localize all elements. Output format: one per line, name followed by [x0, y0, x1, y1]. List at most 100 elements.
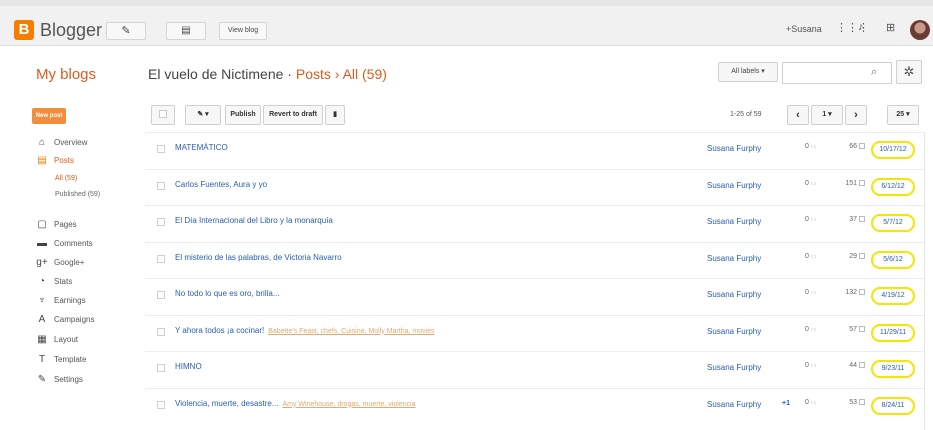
- new-post-pencil-button[interactable]: ✎: [106, 22, 146, 40]
- breadcrumb-posts[interactable]: Posts: [296, 66, 331, 82]
- table-row[interactable]: MATEMÁTICO Susana Furphy 0 ▭ 66 10/17/12: [145, 132, 925, 168]
- blogger-logo-icon[interactable]: B: [14, 20, 34, 40]
- view-blog-button[interactable]: View blog: [219, 22, 267, 40]
- post-title-link[interactable]: Carlos Fuentes, Aura y yo: [175, 180, 267, 189]
- comment-count[interactable]: 0 ▭: [805, 399, 817, 406]
- post-labels[interactable]: Babette's Feast, chefs, Cuisine, Molly M…: [268, 328, 434, 335]
- comment-count[interactable]: 0 ▭: [805, 362, 817, 369]
- post-author-link[interactable]: Susana Furphy: [707, 144, 761, 153]
- post-date: 4/19/12: [871, 287, 915, 305]
- prev-page-button[interactable]: ‹: [787, 105, 809, 125]
- post-title-link[interactable]: No todo lo que es oro, brilla...: [175, 289, 280, 298]
- brand-name[interactable]: Blogger: [40, 20, 102, 40]
- table-row[interactable]: El misterio de las palabras, de Victoria…: [145, 241, 925, 278]
- post-author-link[interactable]: Susana Furphy: [707, 181, 761, 190]
- labels-filter-select[interactable]: All labels ▾: [718, 62, 778, 82]
- view-count: 29: [839, 253, 865, 260]
- delete-icon[interactable]: ▮: [325, 105, 345, 125]
- posts-list-button[interactable]: ▤: [166, 22, 206, 40]
- google-plus-icon: g+: [36, 257, 48, 268]
- layout-icon: ▦: [37, 334, 47, 345]
- comment-count-value: 0: [805, 289, 809, 296]
- row-checkbox[interactable]: [157, 181, 165, 190]
- table-row[interactable]: No todo lo que es oro, brilla... Susana F…: [145, 278, 925, 314]
- table-row[interactable]: HIMNO Susana Furphy 0 ▭ 44 9/23/11: [145, 351, 925, 387]
- sidebar-sub-published[interactable]: Published (59): [55, 191, 100, 198]
- next-page-button[interactable]: ›: [845, 105, 867, 125]
- sidebar-item-earnings[interactable]: ♆ Earnings: [36, 295, 86, 306]
- sidebar-item-layout[interactable]: ▦ Layout: [36, 334, 78, 345]
- post-title-cell: MATEMÁTICO: [175, 143, 232, 152]
- sidebar-item-template[interactable]: T Template: [36, 354, 87, 365]
- row-checkbox[interactable]: [157, 218, 165, 226]
- post-author-link[interactable]: Susana Furphy: [707, 327, 761, 336]
- views-chart-icon: [859, 325, 865, 332]
- sidebar-item-settings[interactable]: ✎ Settings: [36, 374, 83, 385]
- sidebar-item-label: Settings: [54, 375, 83, 384]
- table-row[interactable]: Y ahora todos ¡a cocinar! Babette's Feast…: [145, 314, 925, 351]
- my-blogs-link[interactable]: My blogs: [36, 66, 96, 83]
- sidebar-sub-all[interactable]: All (59): [55, 175, 77, 182]
- view-count-value: 66: [849, 143, 857, 150]
- comment-count[interactable]: 0 ▭: [805, 180, 817, 187]
- share-plus-icon[interactable]: ⊞: [886, 21, 895, 34]
- post-labels[interactable]: Amy Winehouse, drogas, muerte, violencia: [282, 401, 415, 408]
- comment-count[interactable]: 0 ▭: [805, 143, 817, 150]
- post-author-link[interactable]: Susana Furphy: [707, 217, 761, 226]
- table-row[interactable]: El Día Internacional del Libro y la mona…: [145, 205, 925, 241]
- table-row[interactable]: Carlos Fuentes, Aura y yo Susana Furphy 0 ▭…: [145, 168, 925, 205]
- comment-count[interactable]: 0 ▭: [805, 253, 817, 260]
- row-checkbox[interactable]: [157, 254, 165, 263]
- comment-count[interactable]: 0 ▭: [805, 289, 817, 296]
- sidebar-item-label: Earnings: [54, 296, 86, 305]
- sidebar-item-google-[interactable]: g+ Google+: [36, 257, 84, 268]
- sidebar-item-campaigns[interactable]: A Campaigns: [36, 314, 95, 325]
- comment-count-value: 0: [805, 143, 809, 150]
- post-title-link[interactable]: MATEMÁTICO: [175, 143, 228, 152]
- publish-button[interactable]: Publish: [225, 105, 261, 125]
- comment-count[interactable]: 0 ▭: [805, 326, 817, 333]
- row-checkbox[interactable]: [157, 145, 165, 153]
- posts-icon: ▤: [37, 155, 47, 166]
- search-icon[interactable]: ⌕: [871, 66, 877, 79]
- table-row[interactable]: Violencia, muerte, desastre... Amy Wineho…: [145, 387, 925, 424]
- comment-count[interactable]: 0 ▭: [805, 216, 817, 223]
- new-post-button[interactable]: New post: [32, 108, 66, 124]
- row-checkbox[interactable]: [157, 400, 165, 409]
- view-count: 66: [839, 143, 865, 150]
- row-checkbox[interactable]: [157, 364, 165, 372]
- post-title-link[interactable]: El misterio de las palabras, de Victoria…: [175, 253, 342, 262]
- breadcrumb-separator: ·: [287, 66, 292, 82]
- post-title-link[interactable]: El Día Internacional del Libro y la mona…: [175, 216, 333, 225]
- sidebar-item-pages[interactable]: ▢ Pages: [36, 219, 76, 230]
- apps-grid-icon[interactable]: ⋮⋮⋮: [836, 21, 869, 34]
- post-title-link[interactable]: Violencia, muerte, desastre...: [175, 399, 278, 408]
- post-title-link[interactable]: Y ahora todos ¡a cocinar!: [175, 326, 264, 335]
- post-author-link[interactable]: Susana Furphy: [707, 400, 761, 409]
- view-count-value: 53: [849, 398, 857, 406]
- post-author-link[interactable]: Susana Furphy: [707, 254, 761, 263]
- sidebar-item-overview[interactable]: ⌂ Overview: [36, 137, 87, 148]
- row-checkbox[interactable]: [157, 291, 165, 299]
- row-checkbox[interactable]: [157, 327, 165, 336]
- view-count-value: 29: [849, 252, 857, 260]
- post-title-link[interactable]: HIMNO: [175, 362, 202, 371]
- avatar[interactable]: [910, 20, 930, 40]
- sidebar-item-posts[interactable]: ▤ Posts: [36, 155, 74, 166]
- post-author-link[interactable]: Susana Furphy: [707, 290, 761, 299]
- revert-to-draft-button[interactable]: Revert to draft: [263, 105, 323, 125]
- label-dropdown-button[interactable]: ✎ ▾: [185, 105, 221, 125]
- per-page-select[interactable]: 25 ▾: [887, 105, 919, 125]
- sidebar-item-comments[interactable]: ▬ Comments: [36, 238, 93, 249]
- post-date: 10/17/12: [871, 141, 915, 159]
- blog-name[interactable]: El vuelo de Nictimene: [148, 66, 283, 82]
- user-name-link[interactable]: +Susana: [786, 24, 822, 34]
- post-author-link[interactable]: Susana Furphy: [707, 363, 761, 372]
- gear-icon[interactable]: ✲: [896, 60, 922, 84]
- template-icon: T: [38, 354, 46, 365]
- sidebar-item-label: Campaigns: [54, 315, 95, 324]
- select-all-checkbox[interactable]: [151, 105, 175, 125]
- notifications-bell-icon[interactable]: ♪: [858, 21, 864, 33]
- page-select[interactable]: 1 ▾: [811, 105, 843, 125]
- sidebar-item-stats[interactable]: ◔ Stats: [36, 276, 72, 287]
